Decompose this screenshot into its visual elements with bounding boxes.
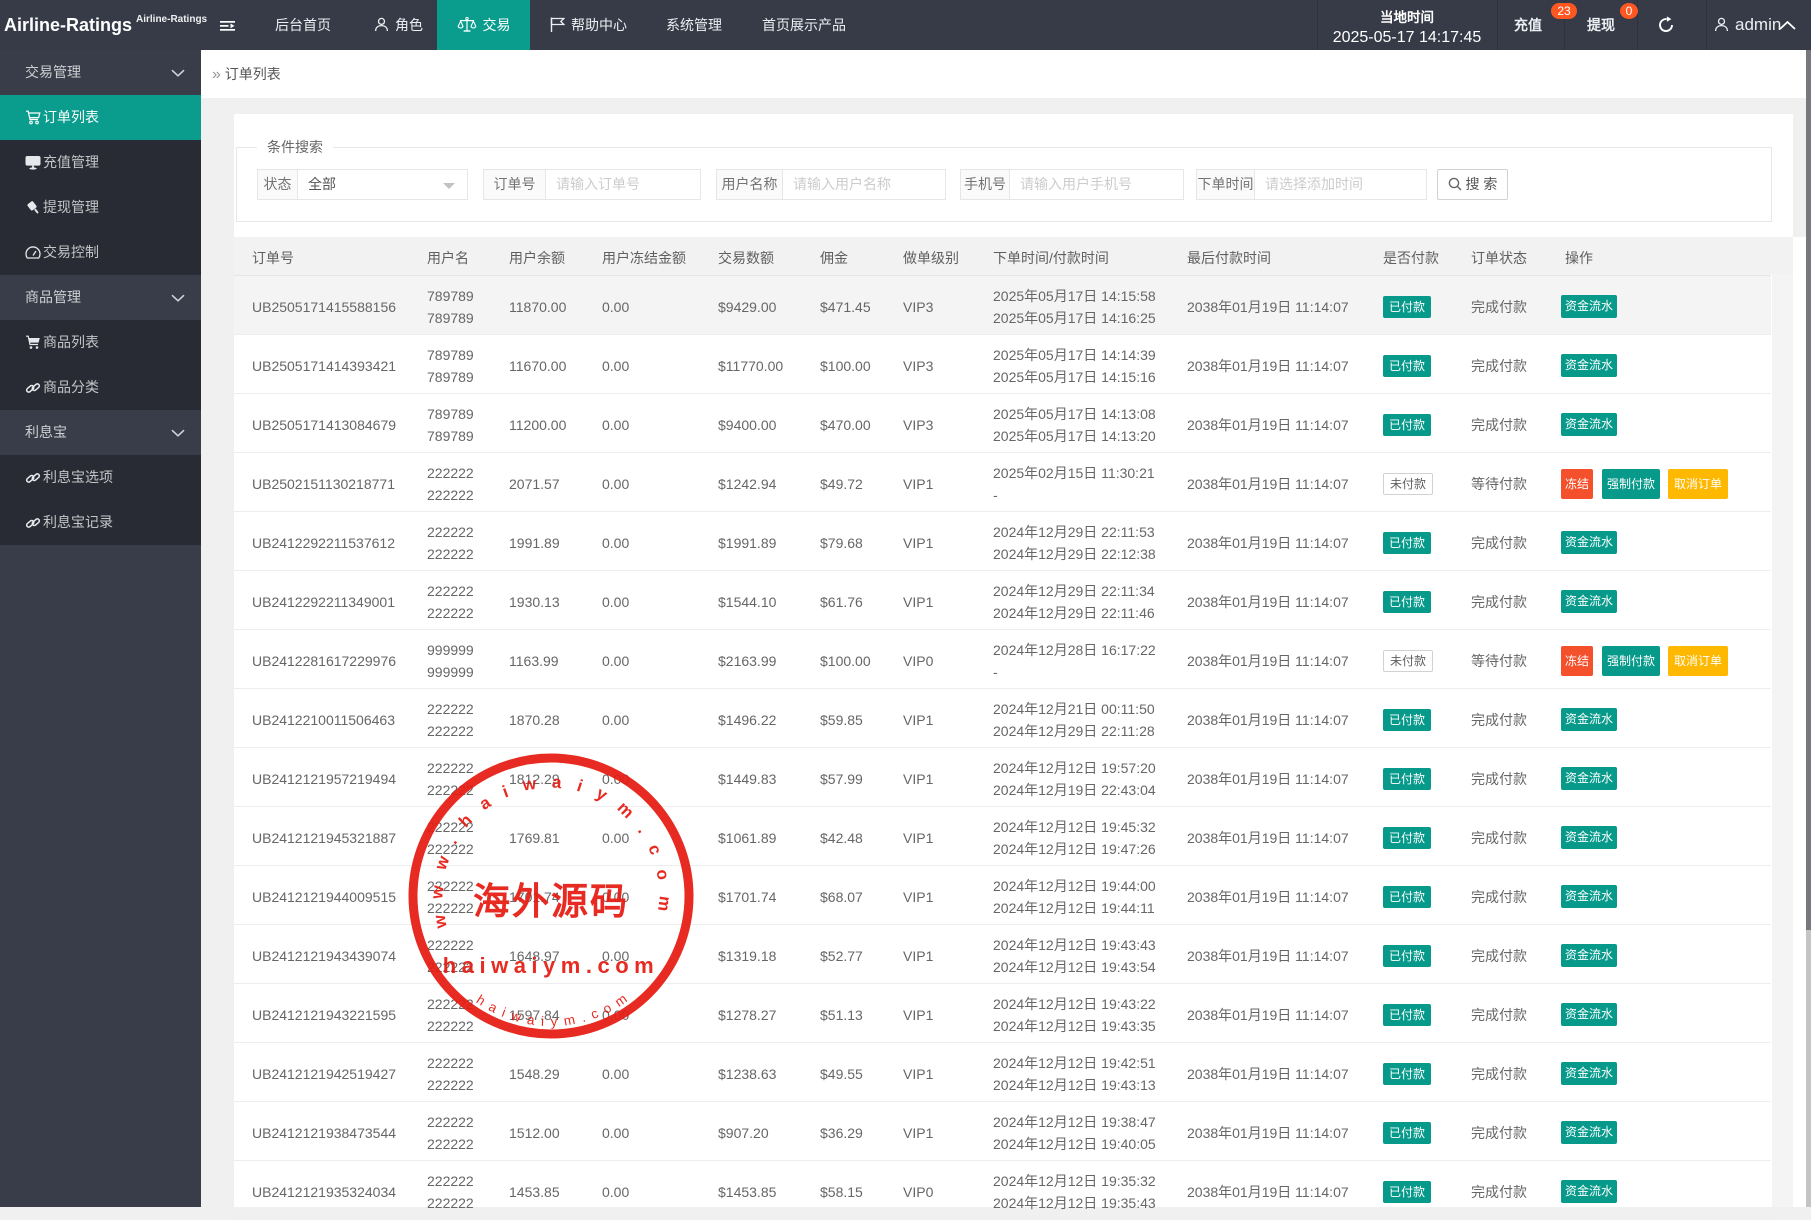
svg-text:海外源码: 海外源码 [473,881,629,922]
svg-text:haiwaiym.com: haiwaiym.com [443,953,659,978]
